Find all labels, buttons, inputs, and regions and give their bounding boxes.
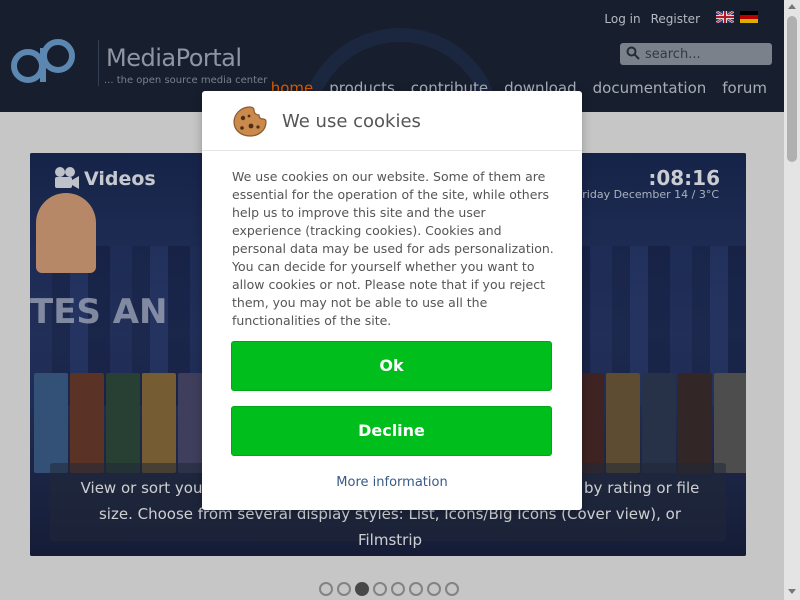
more-information-link[interactable]: More information [202,475,582,490]
page-scrollbar[interactable] [784,0,800,600]
decline-cookies-button[interactable]: Decline [231,406,552,456]
accept-cookies-button[interactable]: Ok [231,341,552,391]
cookie-icon [233,106,267,137]
scroll-down-arrow-icon[interactable] [788,589,796,594]
cookie-dialog-text: We use cookies on our website. Some of t… [232,169,554,328]
scroll-up-arrow-icon[interactable] [788,4,796,9]
scroll-thumb[interactable] [787,16,797,162]
cookie-dialog: We use cookies We use cookies on our web… [202,91,582,510]
cookie-dialog-header: We use cookies [202,91,582,151]
cookie-dialog-title: We use cookies [282,111,421,132]
